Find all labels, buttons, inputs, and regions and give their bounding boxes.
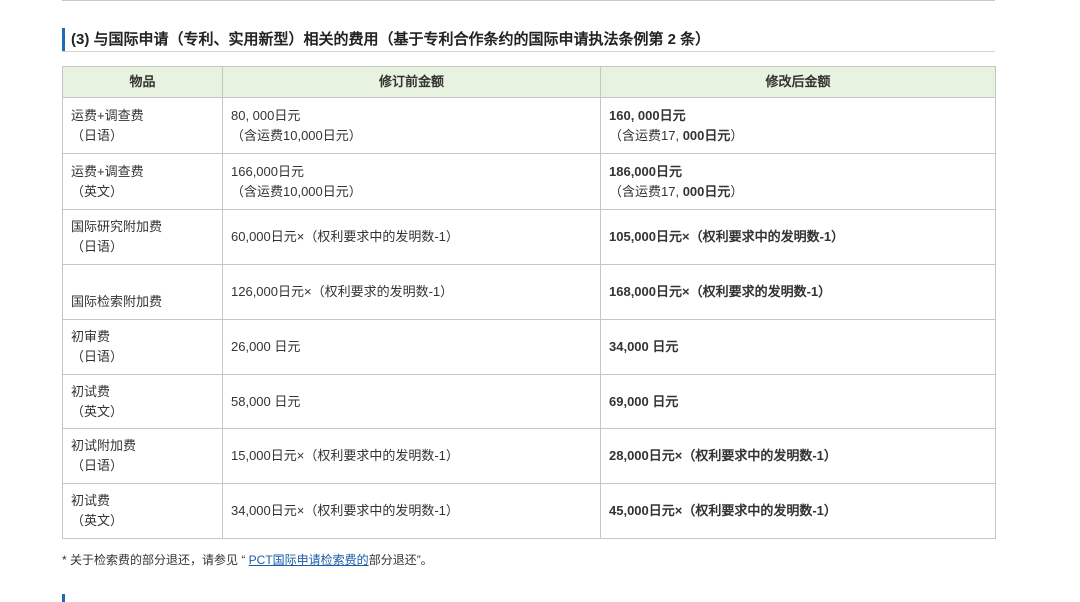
table-row: 运费+调查费 （英文） 166,000日元 （含运费10,000日元） 186,… [62, 153, 996, 210]
before-amount: 26,000 日元 [231, 339, 301, 354]
after-amount-cell: 28,000日元×（权利要求中的发明数-1） [600, 428, 996, 484]
before-amount: 58,000 日元 [231, 393, 301, 409]
after-amount: 160, 000日元 [609, 107, 686, 123]
column-header-before: 修订前金额 [222, 66, 601, 98]
after-amount-cell: 105,000日元×（权利要求中的发明数-1） [600, 209, 996, 265]
after-amount-cell: 45,000日元×（权利要求中的发明数-1） [600, 483, 996, 539]
item-cell: 国际检索附加费 [62, 264, 223, 320]
table-header-row: 物品 修订前金额 修改后金额 [62, 66, 996, 98]
item-name: 运费+调查费 [71, 107, 144, 123]
page-content: (3) 与国际申请（专利、实用新型）相关的费用（基于专利合作条约的国际申请执法条… [62, 0, 996, 602]
item-name: 初审费 [71, 329, 111, 344]
after-amount: 186,000日元 [609, 163, 682, 179]
after-amount-cell: 186,000日元 （含运费17, 000日元） [600, 153, 996, 210]
after-amount-cell: 69,000 日元 [600, 374, 996, 429]
fee-table: 物品 修订前金额 修改后金额 运费+调查费 （日语） 80, 000日元 （含运… [62, 66, 996, 539]
item-cell: 国际研究附加费 （日语） [62, 209, 223, 265]
after-amount: 168,000日元×（权利要求的发明数-1） [609, 284, 832, 299]
after-amount-cell: 160, 000日元 （含运费17, 000日元） [600, 97, 996, 154]
item-name: 运费+调查费 [71, 163, 144, 179]
before-amount-cell: 80, 000日元 （含运费10,000日元） [222, 97, 601, 154]
section-heading: (3) 与国际申请（专利、实用新型）相关的费用（基于专利合作条约的国际申请执法条… [62, 28, 995, 52]
after-note-suffix: ） [730, 183, 744, 199]
before-amount-cell: 15,000日元×（权利要求中的发明数-1） [222, 428, 601, 484]
table-row: 国际研究附加费 （日语） 60,000日元×（权利要求中的发明数-1） 105,… [62, 209, 996, 265]
after-amount-cell: 34,000 日元 [600, 319, 996, 375]
column-header-item: 物品 [62, 66, 223, 98]
heading-accent-bar [62, 28, 65, 51]
footnote-prefix: * 关于检索费的部分退还，请参见 “ [62, 553, 249, 567]
table-row: 初试费 （英文） 58,000 日元 69,000 日元 [62, 374, 996, 429]
next-heading-accent-bar [62, 594, 65, 602]
table-row: 国际检索附加费 126,000日元×（权利要求的发明数-1） 168,000日元… [62, 264, 996, 320]
after-note-bold: 000日元 [682, 127, 731, 143]
item-cell: 初试费 （英文） [62, 374, 223, 429]
before-amount: 80, 000日元 [231, 107, 301, 123]
item-language: （日语） [71, 127, 124, 143]
after-amount: 28,000日元×（权利要求中的发明数-1） [609, 448, 837, 463]
before-amount: 15,000日元×（权利要求中的发明数-1） [231, 448, 459, 463]
item-language: （日语） [71, 458, 124, 473]
table-row: 初试附加费 （日语） 15,000日元×（权利要求中的发明数-1） 28,000… [62, 428, 996, 484]
item-cell: 初试费 （英文） [62, 483, 223, 539]
item-language: （英文） [71, 183, 124, 199]
item-name: 国际研究附加费 [71, 219, 163, 234]
before-amount-cell: 166,000日元 （含运费10,000日元） [222, 153, 601, 210]
top-divider [62, 0, 995, 1]
before-amount: 60,000日元×（权利要求中的发明数-1） [231, 229, 459, 244]
after-amount: 69,000 日元 [609, 393, 679, 409]
before-amount-cell: 58,000 日元 [222, 374, 601, 429]
item-cell: 运费+调查费 （英文） [62, 153, 223, 210]
before-amount-cell: 126,000日元×（权利要求的发明数-1） [222, 264, 601, 320]
before-amount-note: （含运费10,000日元） [231, 183, 362, 199]
after-amount: 45,000日元×（权利要求中的发明数-1） [609, 503, 837, 518]
after-note-prefix: （含运费17, [609, 183, 683, 199]
item-name: 初试附加费 [71, 438, 137, 453]
after-amount-note: （含运费17, 000日元） [609, 126, 987, 146]
after-note-bold: 000日元 [682, 183, 731, 199]
item-name: 初试费 [71, 383, 111, 399]
item-name: 国际检索附加费 [71, 294, 163, 309]
before-amount-cell: 26,000 日元 [222, 319, 601, 375]
after-amount: 105,000日元×（权利要求中的发明数-1） [609, 229, 845, 244]
column-header-after: 修改后金额 [600, 66, 996, 98]
refund-footnote: * 关于检索费的部分退还，请参见 “ PCT国际申请检索费的部分退还”。 [62, 551, 433, 569]
after-amount-cell: 168,000日元×（权利要求的发明数-1） [600, 264, 996, 320]
table-row: 初试费 （英文） 34,000日元×（权利要求中的发明数-1） 45,000日元… [62, 483, 996, 539]
table-row: 初审费 （日语） 26,000 日元 34,000 日元 [62, 319, 996, 375]
footnote-suffix: 部分退还”。 [368, 553, 433, 567]
item-name: 初试费 [71, 493, 111, 508]
after-amount-note: （含运费17, 000日元） [609, 182, 987, 202]
after-note-prefix: （含运费17, [609, 127, 683, 143]
item-language: （英文） [71, 403, 124, 419]
before-amount-note: （含运费10,000日元） [231, 127, 362, 143]
after-note-suffix: ） [730, 127, 744, 143]
item-cell: 运费+调查费 （日语） [62, 97, 223, 154]
item-language: （日语） [71, 239, 124, 254]
before-amount-cell: 60,000日元×（权利要求中的发明数-1） [222, 209, 601, 265]
before-amount-cell: 34,000日元×（权利要求中的发明数-1） [222, 483, 601, 539]
after-amount: 34,000 日元 [609, 339, 679, 354]
refund-info-link[interactable]: PCT国际申请检索费的 [249, 553, 369, 567]
before-amount: 34,000日元×（权利要求中的发明数-1） [231, 503, 459, 518]
item-cell: 初试附加费 （日语） [62, 428, 223, 484]
item-cell: 初审费 （日语） [62, 319, 223, 375]
item-language: （英文） [71, 513, 124, 528]
section-title: (3) 与国际申请（专利、实用新型）相关的费用（基于专利合作条约的国际申请执法条… [71, 31, 711, 48]
before-amount: 126,000日元×（权利要求的发明数-1） [231, 284, 454, 299]
table-row: 运费+调查费 （日语） 80, 000日元 （含运费10,000日元） 160,… [62, 97, 996, 154]
item-language: （日语） [71, 349, 124, 364]
before-amount: 166,000日元 [231, 163, 304, 179]
